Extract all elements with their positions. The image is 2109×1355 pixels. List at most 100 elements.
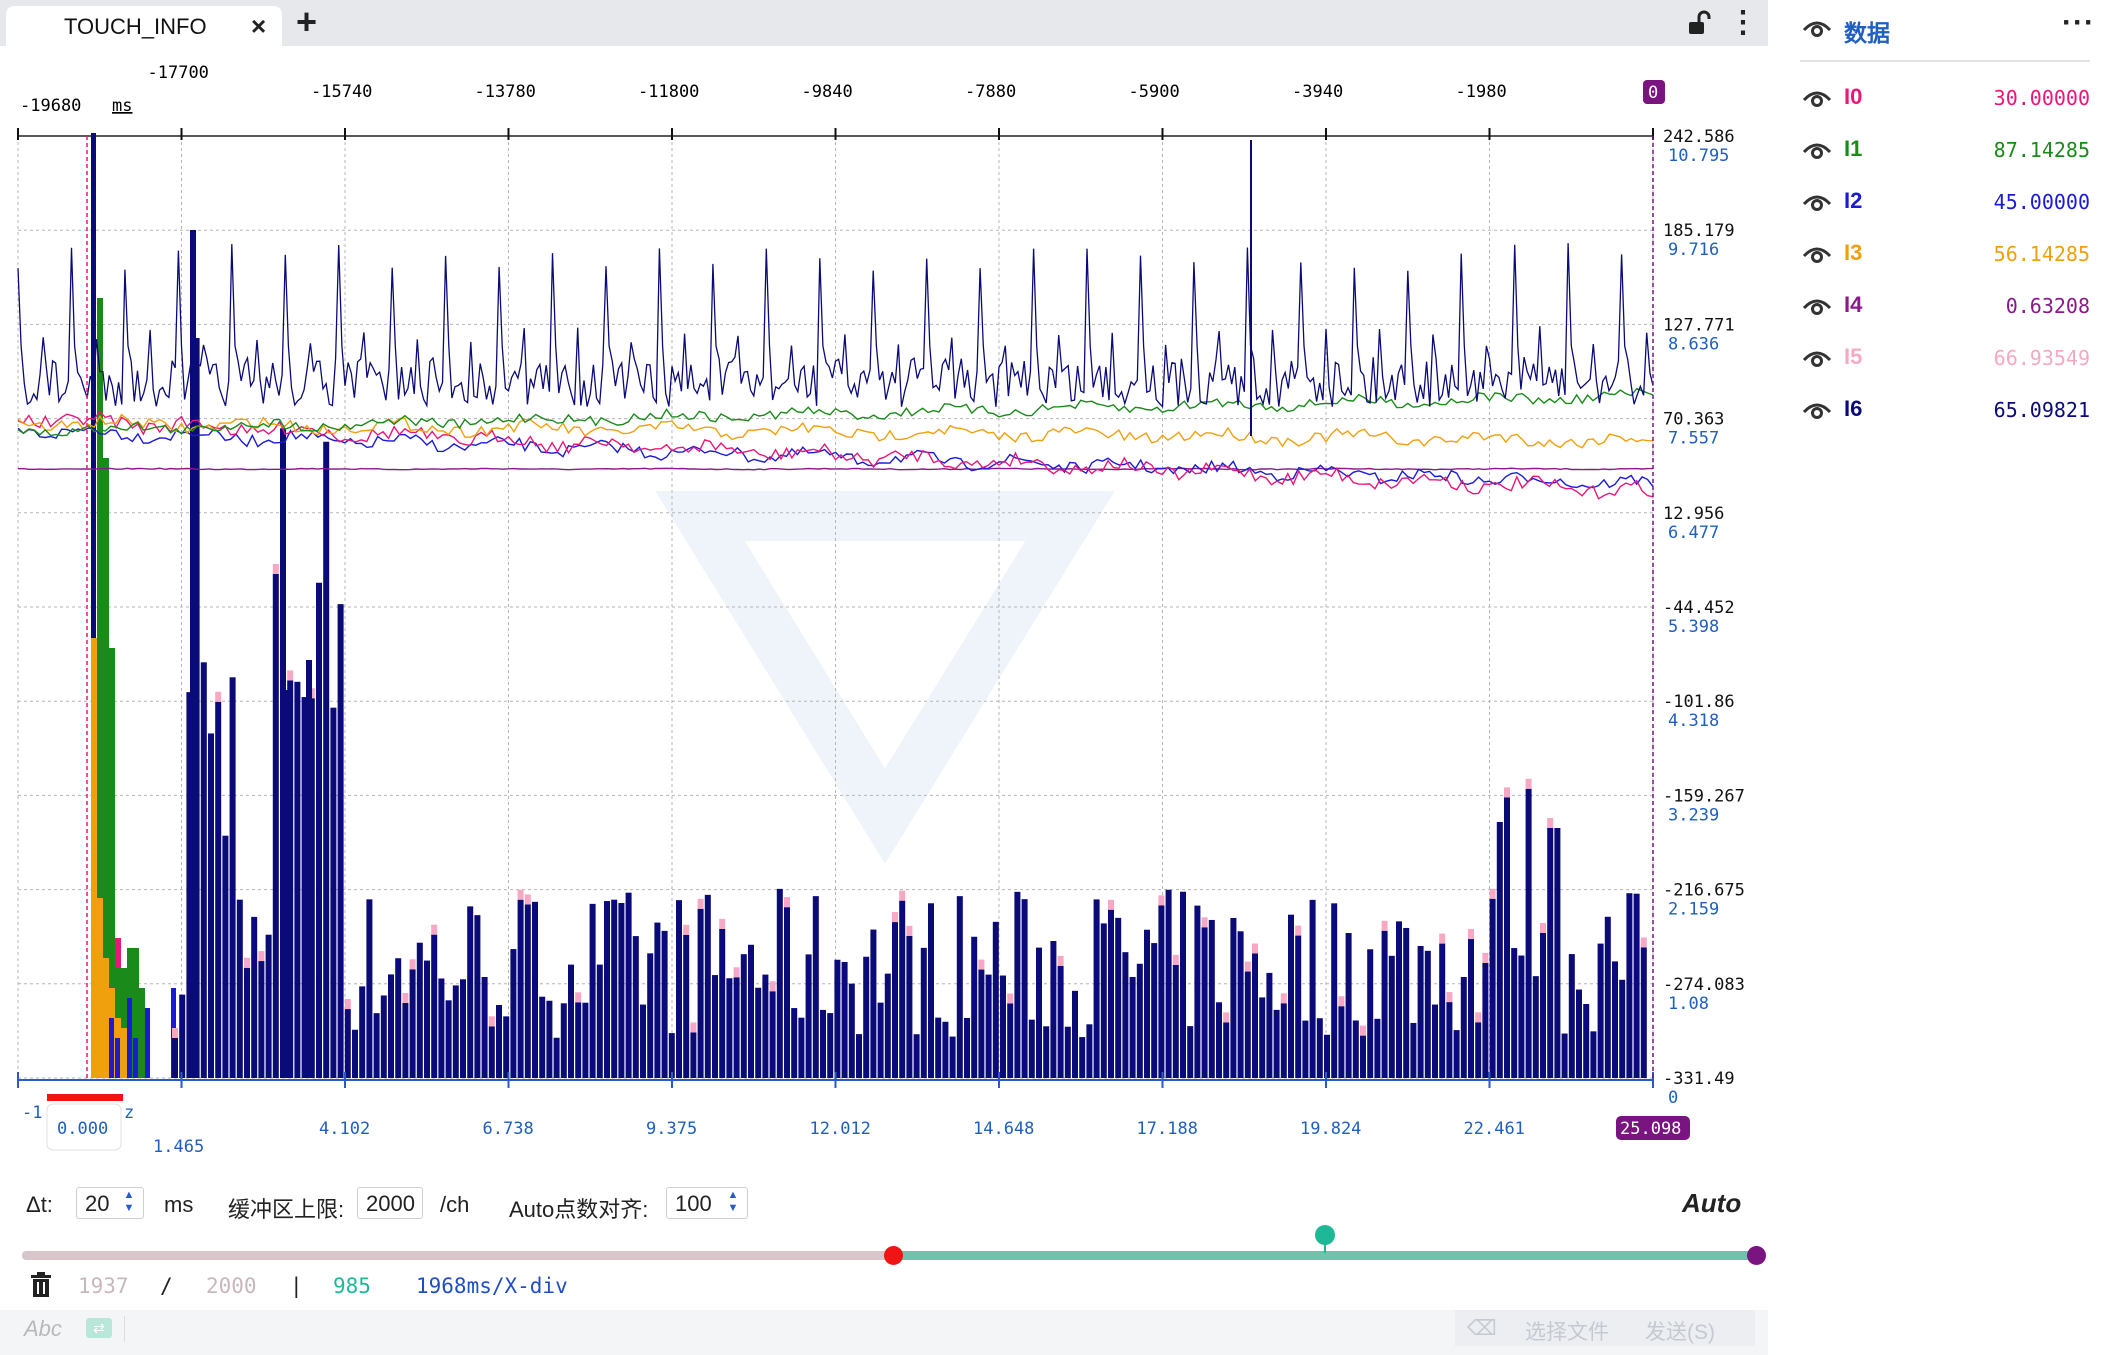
eye-icon[interactable] <box>1802 18 1832 38</box>
mode-toggle-icon[interactable]: ⇄ <box>86 1318 112 1338</box>
spectrum-bar <box>1295 935 1302 1078</box>
spectrum-bar <box>1036 947 1042 1078</box>
stepper-arrows-icon[interactable]: ▲ ▼ <box>727 1189 739 1217</box>
unlock-icon[interactable] <box>1686 10 1712 36</box>
spectrum-bar <box>172 1027 178 1038</box>
spectrum-bar <box>1302 1020 1309 1078</box>
spectrum-bar <box>431 934 438 1078</box>
channel-row-i1[interactable]: I1 87.14285 <box>1800 130 2090 170</box>
spectrum-bar <box>654 922 661 1078</box>
channel-name: I2 <box>1844 188 1863 213</box>
add-tab-button[interactable]: + <box>296 2 317 42</box>
freq-unit-label: -1 <box>22 1103 42 1123</box>
spectrum-bar <box>115 1038 120 1078</box>
spectrum-bar <box>1597 943 1604 1078</box>
spectrum-bar <box>1547 818 1554 828</box>
spectrum-bar <box>1338 996 1345 1007</box>
close-icon[interactable]: × <box>251 11 266 42</box>
spectrum-bar <box>604 901 610 1078</box>
text-mode-label[interactable]: Abc <box>24 1316 62 1342</box>
y-tick-label: 127.771 <box>1663 315 1735 335</box>
spectrum-bar <box>920 947 927 1078</box>
slider-position-handle[interactable] <box>1315 1225 1335 1245</box>
y-tick-label: -159.267 <box>1663 786 1745 806</box>
spectrum-bar <box>1367 949 1374 1078</box>
eye-icon[interactable] <box>1802 296 1832 316</box>
eye-icon[interactable] <box>1802 348 1832 368</box>
spectrum-bar <box>229 677 236 1078</box>
time-tick-label: -13780 <box>475 82 536 102</box>
send-button[interactable]: 发送(S) <box>1645 1316 1715 1346</box>
more-menu-icon[interactable]: ⋮ <box>1728 8 1758 38</box>
spectrum-bar <box>1273 1009 1280 1078</box>
freq-tick-label: 19.824 <box>1300 1119 1361 1139</box>
channel-row-i2[interactable]: I2 45.00000 <box>1800 182 2090 222</box>
channel-row-i0[interactable]: I0 30.00000 <box>1800 78 2090 118</box>
channel-row-i5[interactable]: I5 66.93549 <box>1800 338 2090 378</box>
eye-icon[interactable] <box>1802 192 1832 212</box>
time-tick-label: -7880 <box>965 82 1016 102</box>
freq-tick-label: 1.465 <box>153 1137 204 1157</box>
dt-label: Δt: <box>26 1192 53 1217</box>
spectrum-bar <box>625 892 632 1078</box>
dt-unit: ms <box>164 1192 194 1217</box>
spectrum-bar <box>769 981 776 992</box>
spectrum-bar <box>1453 1030 1460 1078</box>
spectrum-bar <box>611 899 618 1078</box>
stepper-arrows-icon[interactable]: ▲ ▼ <box>123 1189 135 1217</box>
spectrum-bar <box>740 954 747 1078</box>
send-bar: Abc ⇄ ⌫ 选择文件 发送(S) <box>0 1310 1768 1355</box>
align-stepper[interactable]: 100 ▲ ▼ <box>666 1187 748 1219</box>
eraser-icon[interactable]: ⌫ <box>1467 1316 1497 1341</box>
spectrum-bar <box>121 1028 127 1078</box>
spectrum-bar <box>244 967 250 1078</box>
spectrum-bar <box>215 691 222 702</box>
spectrum-bar <box>1223 1022 1230 1078</box>
spectrum-bar <box>1007 1003 1014 1078</box>
spectrum-bar <box>388 974 394 1078</box>
spectrum-bar <box>1201 917 1208 928</box>
eye-icon[interactable] <box>1802 400 1832 420</box>
eye-icon[interactable] <box>1802 88 1832 108</box>
slider-end-handle[interactable] <box>1747 1246 1766 1265</box>
send-actions: ⌫ 选择文件 发送(S) <box>1455 1310 1755 1346</box>
tab-touch-info[interactable]: TOUCH_INFO × <box>6 6 282 46</box>
channel-value: 30.00000 <box>1993 86 2090 110</box>
choose-file-button[interactable]: 选择文件 <box>1525 1316 1609 1346</box>
spectrum-bar <box>1475 1012 1482 1023</box>
spectrum-bar <box>719 918 726 929</box>
spectrum-bar <box>805 954 812 1078</box>
history-slider-track[interactable] <box>22 1251 894 1260</box>
spectrum-bar <box>892 922 898 1078</box>
history-slider-range[interactable] <box>894 1251 1758 1260</box>
eye-icon[interactable] <box>1802 244 1832 264</box>
dt-stepper[interactable]: 20 ▲ ▼ <box>76 1187 144 1219</box>
spectrum-bar <box>488 1026 495 1078</box>
channel-row-i3[interactable]: I3 56.14285 <box>1800 234 2090 274</box>
spectrum-bar <box>1410 1022 1417 1078</box>
channel-row-i6[interactable]: I6 65.09821 <box>1800 390 2090 430</box>
spectrum-bar <box>956 896 963 1078</box>
spectrum-bar <box>1158 905 1165 1078</box>
waveform-chart[interactable]: -19680 -17700 -15740 -13780 -11800 -9840 -7880… <box>0 46 1768 1170</box>
time-axis: -19680 -17700 -15740 -13780 -11800 -9840 -7880… <box>17 63 1665 140</box>
auto-mode-button[interactable]: Auto <box>1682 1188 1741 1219</box>
spectrum-bar <box>690 1032 697 1078</box>
slider-start-handle[interactable] <box>884 1246 903 1265</box>
spectrum-bar <box>1540 932 1546 1078</box>
spectrum-bar <box>467 906 474 1078</box>
y2-tick-label: 2.159 <box>1668 900 1719 920</box>
buffer-field[interactable]: 2000 <box>357 1187 423 1219</box>
spectrum-bar <box>1518 955 1525 1078</box>
freq-tick-label: 6.738 <box>483 1119 534 1139</box>
spectrum-bar <box>697 898 704 909</box>
trash-icon[interactable] <box>30 1272 52 1298</box>
watermark-logo <box>655 491 1115 864</box>
y2-tick-label: 5.398 <box>1668 617 1719 637</box>
panel-more-icon[interactable]: ··· <box>2062 6 2095 40</box>
channel-row-i4[interactable]: I4 0.63208 <box>1800 286 2090 326</box>
spectrum-bar <box>1396 921 1402 1078</box>
eye-icon[interactable] <box>1802 140 1832 160</box>
spectrum-bar <box>1360 1035 1366 1078</box>
spectrum-bar <box>690 1022 697 1033</box>
